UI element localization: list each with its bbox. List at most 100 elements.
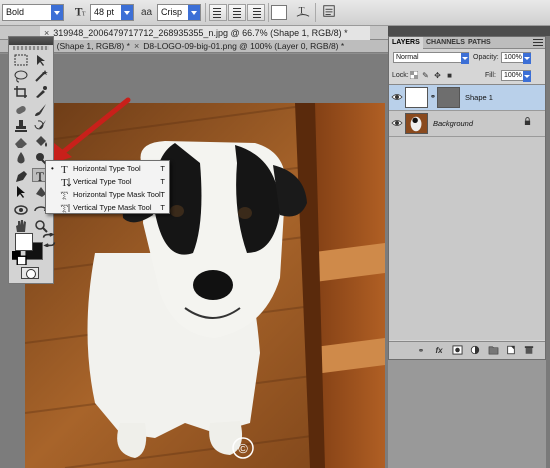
type-tool-flyout: • T Horizontal Type Tool T T Vertical Ty… (45, 160, 170, 216)
eraser-icon[interactable] (13, 135, 29, 149)
font-style-value: Bold (6, 7, 25, 17)
anti-alias-value: Crisp (161, 7, 183, 17)
toolbox-grip[interactable] (13, 46, 49, 50)
tab-title: 319948_2006479717712_268935355_n.jpg @ 6… (53, 28, 348, 38)
chevron-down-icon (188, 5, 200, 20)
font-style-select[interactable]: Bold (2, 4, 64, 21)
svg-text:T: T (61, 164, 68, 174)
group-icon[interactable] (487, 345, 499, 356)
layer-thumbnail-shape-1 (405, 87, 428, 108)
fx-icon[interactable]: fx (433, 345, 445, 356)
healing-brush-icon[interactable] (13, 103, 29, 117)
tab-active-document[interactable]: × 319948_2006479717712_268935355_n.jpg @ … (40, 26, 370, 40)
brush-tool-icon[interactable] (33, 103, 49, 117)
divider (268, 3, 269, 22)
trash-icon[interactable] (523, 345, 535, 356)
blend-mode-select[interactable]: Normal (393, 52, 469, 64)
text-color-swatch[interactable] (271, 5, 287, 20)
svg-text:T: T (61, 203, 68, 213)
warp-text-icon[interactable]: T (294, 4, 311, 21)
layer-mask-thumbnail (437, 87, 460, 108)
flyout-item-vertical-type[interactable]: T Vertical Type Tool T (46, 175, 169, 189)
lock-position-icon[interactable]: ✥ (433, 71, 442, 81)
divider (205, 3, 206, 22)
vertical-type-mask-icon: T (59, 202, 71, 215)
quick-mask-icon[interactable] (21, 267, 39, 279)
pen-tool-icon[interactable] (13, 169, 29, 183)
panel-dock-edge (546, 36, 550, 468)
fill-label: Fill: (485, 72, 496, 79)
new-layer-icon[interactable] (505, 345, 517, 356)
toolbox-header[interactable] (9, 37, 53, 45)
flyout-item-horizontal-type[interactable]: • T Horizontal Type Tool T (46, 162, 169, 176)
clone-stamp-icon[interactable] (13, 119, 29, 133)
link-layers-icon[interactable]: ⚭ (415, 345, 427, 356)
horizontal-type-mask-icon: T (59, 189, 71, 203)
tab-channels[interactable]: CHANNELS (423, 37, 468, 49)
svg-text:T: T (61, 177, 68, 187)
flyout-item-vertical-type-mask[interactable]: T Vertical Type Mask Tool T (46, 201, 169, 216)
divider (315, 3, 316, 22)
font-size-icon: TT (72, 4, 89, 21)
align-center-icon[interactable] (228, 4, 246, 21)
layer-row-background[interactable]: Background (389, 111, 545, 137)
document-tab-bar: × 319948_2006479717712_268935355_n.jpg @ … (0, 26, 388, 40)
anti-alias-select[interactable]: Crisp (157, 4, 201, 21)
opacity-field[interactable]: 100% (501, 52, 531, 64)
zoom-tool-icon[interactable] (33, 219, 49, 233)
move-tool-icon[interactable] (33, 53, 49, 67)
panel-menu-icon[interactable] (533, 39, 543, 47)
eye-icon[interactable] (391, 117, 403, 129)
eye-icon[interactable] (391, 91, 403, 103)
close-icon[interactable]: × (134, 40, 139, 53)
layers-list: ⚭ Shape 1 Background (389, 84, 545, 340)
lock-all-icon[interactable]: ■ (445, 71, 454, 81)
3d-rotate-icon[interactable] (13, 203, 29, 217)
layer-thumbnail-background (405, 113, 428, 134)
swap-colors-icon[interactable] (41, 233, 56, 247)
blur-tool-icon[interactable] (13, 151, 29, 165)
tab-layers[interactable]: LAYERS (389, 37, 423, 49)
selected-marker: • (51, 164, 54, 173)
lock-transparent-icon[interactable] (409, 70, 418, 81)
default-colors-icon[interactable] (11, 251, 27, 265)
chevron-down-icon (523, 71, 531, 82)
magic-wand-icon[interactable] (33, 69, 49, 83)
fill-field[interactable]: 100% (501, 70, 531, 82)
options-bar: Bold TT 48 pt aa Crisp T (0, 0, 550, 26)
lock-icon (524, 117, 531, 129)
foreground-color-swatch[interactable] (15, 233, 33, 251)
history-brush-icon[interactable] (33, 119, 49, 133)
panel-tab-bar: LAYERS CHANNELS PATHS (389, 37, 545, 49)
align-left-icon[interactable] (209, 4, 227, 21)
lasso-tool-icon[interactable] (13, 69, 29, 83)
chevron-down-icon (523, 53, 531, 64)
layer-row-shape-1[interactable]: ⚭ Shape 1 (389, 85, 545, 111)
opacity-label: Opacity: (473, 54, 499, 61)
layer-mask-icon[interactable] (451, 345, 463, 356)
lock-pixels-icon[interactable]: ✎ (421, 71, 430, 81)
crop-tool-icon[interactable] (13, 85, 29, 99)
font-size-select[interactable]: 48 pt (90, 4, 134, 21)
align-right-icon[interactable] (247, 4, 265, 21)
panel-dock-header[interactable] (388, 26, 550, 36)
eyedropper-icon[interactable] (33, 85, 49, 99)
lock-label: Lock: (392, 72, 409, 79)
adjustment-layer-icon[interactable] (469, 345, 481, 356)
chevron-down-icon (51, 5, 63, 20)
tab-paths[interactable]: PATHS (465, 37, 494, 49)
link-icon: ⚭ (430, 94, 436, 101)
marquee-tool-icon[interactable] (13, 53, 29, 67)
document-tab-bar-secondary: 7% (Shape 1, RGB/8) * × D8-LOGO-09-big-01… (0, 40, 388, 53)
chevron-down-icon (461, 53, 469, 64)
hand-tool-icon[interactable] (13, 219, 29, 233)
svg-text:T: T (36, 169, 44, 183)
tab-logo-document[interactable]: × D8-LOGO-09-big-01.png @ 100% (Layer 0, … (130, 40, 348, 53)
layers-panel-footer: ⚭ fx (389, 341, 545, 359)
paint-bucket-icon[interactable] (33, 135, 49, 149)
horizontal-type-icon: T (59, 163, 71, 176)
flyout-item-horizontal-type-mask[interactable]: T Horizontal Type Mask Tool T (46, 188, 169, 203)
vertical-type-icon: T (59, 176, 72, 189)
path-selection-icon[interactable] (13, 185, 29, 199)
character-panel-icon[interactable] (320, 4, 337, 21)
